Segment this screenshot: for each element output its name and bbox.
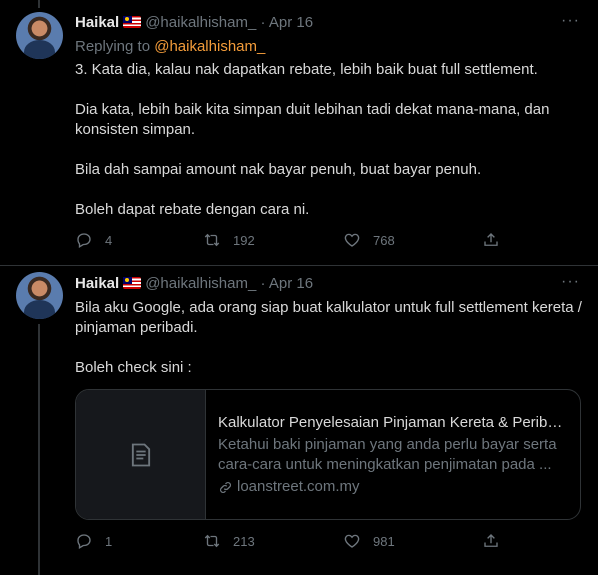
reply-button[interactable]: 4 <box>75 231 112 249</box>
share-icon <box>484 233 498 246</box>
replying-to: Replying to @haikalhisham_ <box>75 38 265 55</box>
document-icon <box>131 443 150 466</box>
reply-icon <box>77 534 91 549</box>
replying-mention-link[interactable]: @haikalhisham_ <box>154 38 265 55</box>
like-count: 981 <box>373 533 395 549</box>
author-name[interactable]: Haikal <box>75 275 119 292</box>
tweet-actions: 1 213 981 <box>75 532 575 552</box>
avatar[interactable] <box>16 12 63 59</box>
card-url: loanstreet.com.my <box>218 477 568 497</box>
tweet-text: 3. Kata dia, kalau nak dapatkan rebate, … <box>75 60 585 240</box>
retweet-icon <box>204 233 220 247</box>
author-handle[interactable]: @haikalhisham_ <box>145 275 256 292</box>
card-title: Kalkulator Penyelesaian Pinjaman Kereta … <box>218 414 568 431</box>
share-button[interactable] <box>482 231 512 249</box>
card-body: Kalkulator Penyelesaian Pinjaman Kereta … <box>218 413 568 497</box>
avatar[interactable] <box>16 272 63 319</box>
separator-dot: · <box>260 275 266 292</box>
card-description: Ketahui baki pinjaman yang anda perlu ba… <box>218 436 557 473</box>
retweet-count: 192 <box>233 232 255 248</box>
author-handle[interactable]: @haikalhisham_ <box>145 14 256 31</box>
tweet-1[interactable]: Haikal @haikalhisham_ · Apr 16 ··· Replyi… <box>0 0 598 265</box>
author-name[interactable]: Haikal <box>75 14 119 31</box>
retweet-button[interactable]: 213 <box>203 532 255 550</box>
separator-dot: · <box>260 14 266 31</box>
retweet-button[interactable]: 192 <box>203 231 255 249</box>
link-preview-card[interactable]: Kalkulator Penyelesaian Pinjaman Kereta … <box>75 389 581 520</box>
tweet-date[interactable]: Apr 16 <box>269 275 313 292</box>
tweet-paragraph: Boleh dapat rebate dengan cara ni. <box>75 201 310 218</box>
reply-icon <box>77 233 91 248</box>
card-url-text: loanstreet.com.my <box>237 478 360 495</box>
reply-button[interactable]: 1 <box>75 532 112 550</box>
link-icon <box>220 481 231 493</box>
thread-line-top <box>38 0 40 8</box>
thread-line <box>38 324 40 575</box>
like-button[interactable]: 768 <box>343 231 395 249</box>
tweet-paragraph: Bila aku Google, ada orang siap buat kal… <box>75 299 582 336</box>
malaysia-flag-icon <box>123 277 142 289</box>
tweet-text: Bila aku Google, ada orang siap buat kal… <box>75 298 585 398</box>
tweet-paragraph: Boleh check sini : <box>75 359 192 376</box>
tweet-2[interactable]: Haikal @haikalhisham_ · Apr 16 ··· Bila a… <box>0 266 598 575</box>
reply-count: 4 <box>105 232 113 248</box>
like-icon <box>344 534 360 548</box>
tweet-paragraph: Dia kata, lebih baik kita simpan duit le… <box>75 101 550 138</box>
like-icon <box>344 233 360 247</box>
malaysia-flag-icon <box>123 16 142 28</box>
reply-count: 1 <box>105 533 113 549</box>
share-icon <box>484 534 498 547</box>
like-count: 768 <box>373 232 395 248</box>
tweet-paragraph: Bila dah sampai amount nak bayar penuh, … <box>75 161 482 178</box>
tweet-header: Haikal @haikalhisham_ · Apr 16 <box>75 274 313 293</box>
card-thumbnail <box>76 390 206 519</box>
tweet-actions: 4 192 768 <box>75 231 575 251</box>
replying-prefix: Replying to <box>75 38 151 55</box>
retweet-icon <box>204 534 220 548</box>
more-options-icon[interactable]: ··· <box>561 12 580 30</box>
tweet-header: Haikal @haikalhisham_ · Apr 16 <box>75 13 313 32</box>
tweet-date[interactable]: Apr 16 <box>269 14 313 31</box>
like-button[interactable]: 981 <box>343 532 395 550</box>
retweet-count: 213 <box>233 533 255 549</box>
share-button[interactable] <box>482 532 512 550</box>
more-options-icon[interactable]: ··· <box>561 273 580 291</box>
tweet-paragraph: 3. Kata dia, kalau nak dapatkan rebate, … <box>75 61 538 78</box>
